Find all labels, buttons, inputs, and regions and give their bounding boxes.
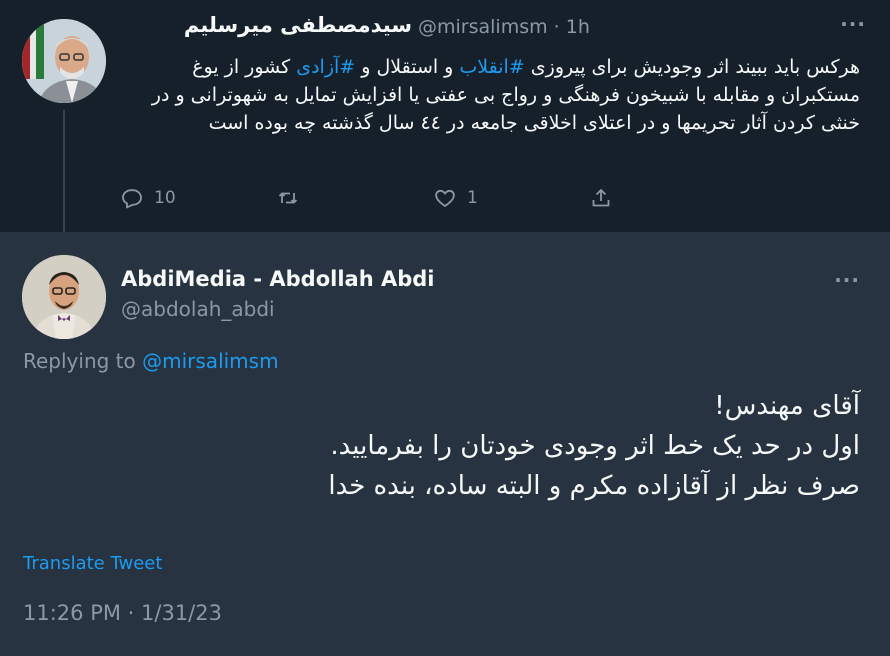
reply-author-handle[interactable]: @abdolah_abdi <box>121 297 275 321</box>
replying-to-mention[interactable]: @mirsalimsm <box>142 349 278 373</box>
reply-text-line: آقای مهندس! <box>714 391 860 421</box>
more-icon[interactable]: ··· <box>834 268 860 292</box>
reply-tweet: AbdiMedia - Abdollah Abdi @abdolah_abdi … <box>0 232 890 656</box>
tweet-timestamp[interactable]: 11:26 PM · 1/31/23 <box>23 601 222 625</box>
parent-author-name[interactable]: سیدمصطفی میرسلیم <box>184 13 412 37</box>
hashtag-link[interactable]: #آزادی <box>296 56 355 78</box>
like-icon <box>435 189 455 208</box>
parent-time-ago[interactable]: 1h <box>566 16 590 38</box>
reply-text-line: صرف نظر از آقازاده مکرم و البته ساده، بن… <box>328 471 860 501</box>
reply-icon <box>122 189 142 209</box>
reply-author-name[interactable]: AbdiMedia - Abdollah Abdi <box>121 267 434 291</box>
reply-button[interactable]: 10 <box>120 186 176 210</box>
reply-count: 10 <box>154 188 176 208</box>
avatar[interactable] <box>22 255 106 339</box>
avatar[interactable] <box>22 19 106 103</box>
translate-tweet-link[interactable]: Translate Tweet <box>23 553 162 574</box>
avatar-parent-image <box>22 19 106 103</box>
avatar-reply-image <box>22 255 106 339</box>
share-icon <box>592 189 610 207</box>
reply-tweet-text: آقای مهندس! اول در حد یک خط اثر وجودی خو… <box>140 386 860 506</box>
parent-text-part1: هرکس باید ببیند اثر وجودیش برای پیروزی <box>524 56 860 78</box>
tweet-actions: 10 1 <box>120 186 620 214</box>
like-count: 1 <box>467 188 478 208</box>
parent-author-meta: @mirsalimsm · 1h <box>418 16 590 38</box>
parent-text-part2: و استقلال و <box>355 56 460 78</box>
parent-tweet-text: هرکس باید ببیند اثر وجودیش برای پیروزی #… <box>120 53 860 137</box>
more-icon[interactable]: ··· <box>840 12 866 36</box>
thread-connector-line <box>63 110 65 248</box>
reply-text-line: اول در حد یک خط اثر وجودی خودتان را بفرم… <box>330 431 860 461</box>
replying-to: Replying to @mirsalimsm <box>23 349 279 373</box>
replying-label: Replying to <box>23 349 143 373</box>
retweet-icon <box>278 192 298 204</box>
share-button[interactable] <box>589 186 613 210</box>
parent-tweet[interactable]: سیدمصطفی میرسلیم @mirsalimsm · 1h ··· هر… <box>0 0 890 248</box>
meta-separator: · <box>553 16 560 38</box>
hashtag-link[interactable]: #انقلاب <box>459 56 524 78</box>
like-button[interactable]: 1 <box>433 186 478 210</box>
parent-author-handle[interactable]: @mirsalimsm <box>418 16 548 38</box>
retweet-button[interactable] <box>276 186 310 210</box>
